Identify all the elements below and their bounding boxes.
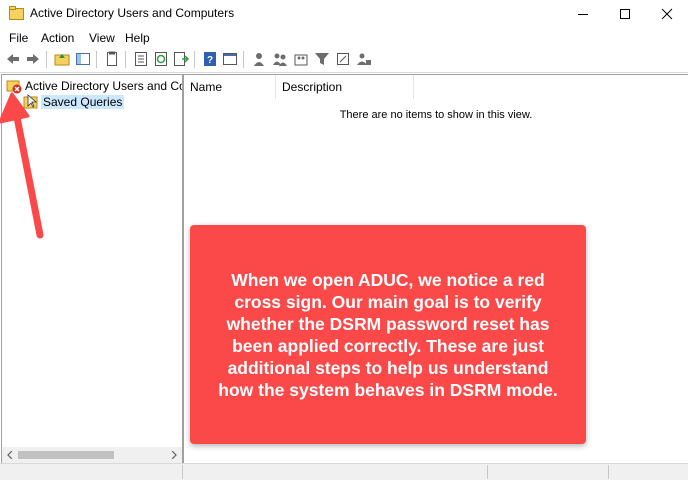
minimize-icon	[578, 13, 588, 15]
scrollbar-thumb[interactable]	[18, 451, 114, 459]
close-icon	[661, 8, 673, 19]
empty-list-message: There are no items to show in this view.	[339, 109, 533, 121]
group-icon[interactable]	[293, 51, 309, 67]
show-tree-icon[interactable]	[75, 51, 91, 67]
aduc-error-icon	[6, 80, 22, 94]
column-header-description[interactable]: Description	[276, 75, 414, 99]
minimize-button[interactable]	[560, 0, 606, 27]
tree-item-saved-queries[interactable]: Saved Queries	[23, 94, 125, 110]
help-icon[interactable]: ?	[202, 51, 218, 67]
menu-help[interactable]: Help	[125, 31, 150, 45]
window-title: Active Directory Users and Computers	[30, 6, 235, 20]
annotation-callout: When we open ADUC, we notice a red cross…	[190, 225, 586, 444]
users-icon[interactable]	[272, 51, 288, 67]
scroll-left-icon[interactable]	[6, 451, 14, 459]
tree-root[interactable]: Active Directory Users and Com	[6, 78, 183, 94]
horizontal-scrollbar[interactable]	[2, 447, 182, 463]
column-header-name[interactable]: Name	[184, 75, 276, 99]
refresh-icon[interactable]	[153, 51, 169, 67]
forward-icon[interactable]	[25, 51, 41, 67]
toolbar: ?	[0, 48, 688, 73]
menu-file[interactable]: File	[9, 31, 28, 45]
up-folder-icon[interactable]	[54, 51, 70, 67]
saved-queries-icon	[23, 94, 38, 109]
menu-action[interactable]: Action	[41, 31, 74, 45]
saved-queries-label: Saved Queries	[41, 95, 125, 109]
properties-icon[interactable]	[104, 51, 120, 67]
delegate-icon[interactable]	[356, 51, 372, 67]
tree-root-label: Active Directory Users and Com	[25, 79, 183, 93]
title-bar: Active Directory Users and Computers	[0, 0, 688, 27]
export-icon[interactable]	[173, 51, 189, 67]
annotation-text: When we open ADUC, we notice a red cross…	[218, 269, 558, 400]
filter-icon[interactable]	[314, 51, 330, 67]
add-to-group-icon[interactable]	[335, 51, 351, 67]
back-icon[interactable]	[5, 51, 21, 67]
close-button[interactable]	[644, 0, 688, 27]
svg-text:?: ?	[207, 55, 213, 66]
maximize-icon	[620, 8, 630, 19]
export-list-icon[interactable]	[133, 51, 149, 67]
aduc-app-icon	[9, 6, 24, 20]
menu-view[interactable]: View	[89, 31, 115, 45]
scroll-right-icon[interactable]	[170, 451, 178, 459]
tree-pane: Active Directory Users and Com Saved Que…	[1, 74, 183, 464]
maximize-button[interactable]	[602, 0, 648, 27]
status-bar	[0, 463, 688, 480]
user-icon[interactable]	[251, 51, 267, 67]
console-icon[interactable]	[222, 51, 238, 67]
menu-bar: File Action View Help	[0, 28, 688, 48]
